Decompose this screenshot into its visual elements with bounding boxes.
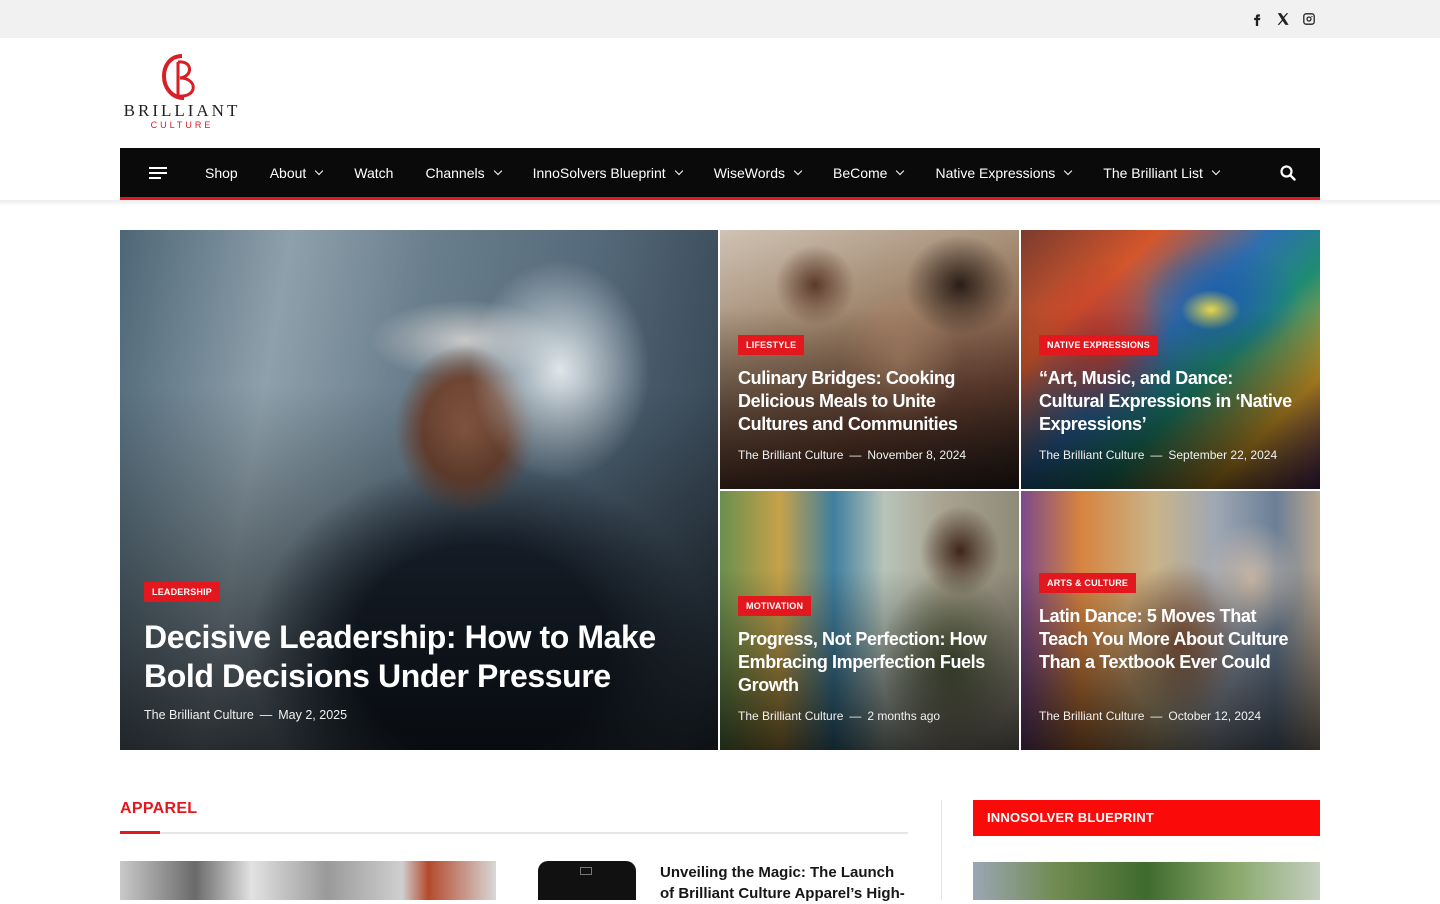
nav-label: BeCome	[833, 164, 888, 181]
category-badge[interactable]: MOTIVATION	[738, 596, 812, 616]
nav-label: WiseWords	[713, 164, 785, 181]
post-author[interactable]: The Brilliant Culture	[1039, 709, 1144, 723]
nav-label: InnoSolvers Blueprint	[532, 164, 666, 181]
nav-item-brilliant-list[interactable]: The Brilliant List	[1087, 148, 1235, 197]
post-meta: The Brilliant Culture —2 months ago	[738, 709, 941, 723]
featured-card[interactable]: NATIVE EXPRESSIONS “Art, Music, and Danc…	[1021, 230, 1320, 489]
social-links	[1250, 10, 1316, 28]
site-logo[interactable]: BRILLIANT CULTURE	[122, 52, 242, 134]
section-heading-apparel[interactable]: APPAREL	[120, 800, 197, 818]
header: BRILLIANT CULTURE	[0, 38, 1440, 148]
featured-grid: LEADERSHIP Decisive Leadership: How to M…	[120, 230, 1320, 750]
nav-label: Watch	[354, 164, 394, 181]
section-divider-accent	[120, 831, 160, 834]
post-author[interactable]: The Brilliant Culture	[1039, 448, 1144, 462]
logo-wordmark: BRILLIANT	[123, 101, 241, 120]
post-meta: The Brilliant Culture — November 8, 2024	[738, 448, 967, 462]
logo-tagline: CULTURE	[150, 120, 214, 130]
nav-item-watch[interactable]: Watch	[338, 148, 409, 197]
nav-label: Channels	[425, 164, 485, 181]
featured-title[interactable]: “Art, Music, and Dance: Cultural Express…	[1039, 367, 1299, 436]
nav-shadow	[0, 200, 1440, 206]
instagram-icon[interactable]	[1302, 10, 1316, 28]
nav-item-shop[interactable]: Shop	[189, 148, 254, 197]
post-date: November 8, 2024	[867, 448, 967, 462]
article-thumbnail[interactable]	[120, 861, 496, 900]
featured-title[interactable]: Latin Dance: 5 Moves That Teach You More…	[1039, 605, 1299, 674]
nav-item-native-expressions[interactable]: Native Expressions	[919, 148, 1087, 197]
post-meta: The Brilliant Culture — September 22, 2024	[1039, 448, 1278, 462]
nav-label: Native Expressions	[935, 164, 1056, 181]
article-thumbnail[interactable]	[536, 861, 640, 900]
featured-card-main[interactable]: LEADERSHIP Decisive Leadership: How to M…	[120, 230, 718, 750]
main-navigation: Shop About Watch Channels InnoSolvers Bl…	[120, 148, 1320, 200]
post-date: May 2, 2025	[278, 708, 348, 722]
category-badge[interactable]: ARTS & CULTURE	[1039, 573, 1137, 593]
chevron-down-icon	[1064, 166, 1073, 175]
article-title[interactable]: Unveiling the Magic: The Launch of Brill…	[660, 862, 910, 904]
featured-title[interactable]: Decisive Leadership: How to Make Bold De…	[144, 618, 664, 696]
featured-card[interactable]: MOTIVATION Progress, Not Perfection: How…	[720, 491, 1019, 750]
category-badge[interactable]: NATIVE EXPRESSIONS	[1039, 335, 1158, 355]
chevron-down-icon	[1211, 166, 1221, 175]
chevron-down-icon	[315, 166, 324, 175]
search-icon[interactable]	[1280, 165, 1296, 181]
nav-item-about[interactable]: About	[254, 148, 339, 197]
nav-item-channels[interactable]: Channels	[409, 148, 516, 197]
top-bar	[0, 0, 1440, 38]
post-date: September 22, 2024	[1168, 448, 1278, 462]
nav-item-wisewords[interactable]: WiseWords	[698, 148, 817, 197]
sidebar-thumbnail[interactable]	[973, 862, 1320, 900]
facebook-icon[interactable]	[1250, 10, 1264, 28]
post-author[interactable]: The Brilliant Culture	[144, 708, 254, 722]
post-meta: The Brilliant Culture — May 2, 2025	[144, 708, 348, 722]
category-badge[interactable]: LIFESTYLE	[738, 335, 805, 355]
category-badge[interactable]: LEADERSHIP	[144, 582, 221, 602]
post-meta: The Brilliant Culture — October 12, 2024	[1039, 709, 1262, 723]
nav-item-become[interactable]: BeCome	[817, 148, 919, 197]
x-icon[interactable]	[1276, 10, 1290, 28]
nav-item-innosolvers-blueprint[interactable]: InnoSolvers Blueprint	[517, 148, 698, 197]
nav-label: About	[269, 164, 307, 181]
post-date: October 12, 2024	[1168, 709, 1262, 723]
featured-title[interactable]: Progress, Not Perfection: How Embracing …	[738, 628, 998, 697]
menu-icon[interactable]	[149, 166, 167, 179]
sidebar-heading[interactable]: INNOSOLVER BLUEPRINT	[973, 800, 1320, 836]
logo-monogram-icon	[161, 54, 195, 100]
chevron-down-icon	[674, 166, 683, 175]
nav-label: Shop	[205, 164, 238, 181]
featured-card[interactable]: ARTS & CULTURE Latin Dance: 5 Moves That…	[1021, 491, 1320, 750]
post-author[interactable]: The Brilliant Culture	[738, 709, 843, 723]
featured-title[interactable]: Culinary Bridges: Cooking Delicious Meal…	[738, 367, 998, 436]
featured-card[interactable]: LIFESTYLE Culinary Bridges: Cooking Deli…	[720, 230, 1019, 489]
post-date: 2 months ago	[867, 709, 941, 723]
section-divider	[120, 832, 908, 834]
nav-label: The Brilliant List	[1103, 164, 1203, 181]
column-divider	[941, 800, 942, 900]
chevron-down-icon	[896, 166, 905, 175]
chevron-down-icon	[793, 166, 803, 175]
chevron-down-icon	[493, 166, 502, 175]
post-author[interactable]: The Brilliant Culture	[738, 448, 843, 462]
